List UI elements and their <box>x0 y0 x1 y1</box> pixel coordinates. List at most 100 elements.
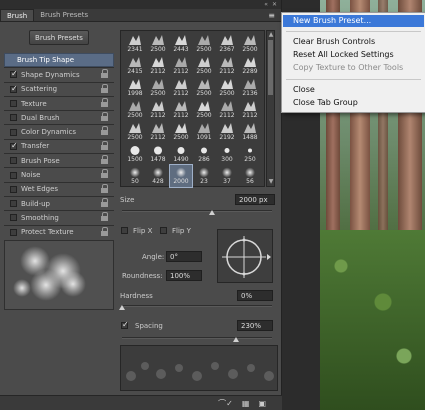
hardness-field[interactable]: 0% <box>237 290 273 301</box>
lock-icon[interactable] <box>101 183 108 193</box>
lock-icon[interactable] <box>101 69 108 79</box>
hardness-slider-knob[interactable] <box>119 305 125 310</box>
flip-y-checkbox[interactable] <box>160 227 167 234</box>
brush-option-brush-tip-shape[interactable]: Brush Tip Shape <box>4 53 114 68</box>
tab-brush-presets[interactable]: Brush Presets <box>34 9 94 21</box>
brush-tip-cell[interactable]: 2112 <box>216 55 238 77</box>
brush-option-noise[interactable]: Noise <box>4 167 114 181</box>
brush-tip-cell[interactable]: 2136 <box>239 77 261 99</box>
option-checkbox[interactable] <box>10 214 17 222</box>
option-checkbox[interactable] <box>10 228 17 236</box>
spacing-slider[interactable] <box>122 337 272 339</box>
spacing-slider-knob[interactable] <box>233 337 239 342</box>
menu-item-new-brush-preset[interactable]: New Brush Preset... <box>283 15 424 27</box>
brush-tip-cell[interactable]: 2112 <box>147 121 169 143</box>
option-checkbox[interactable] <box>10 141 18 150</box>
brush-tip-cell[interactable]: 2192 <box>216 121 238 143</box>
brush-tip-cell[interactable]: 250 <box>239 143 261 165</box>
brush-option-shape-dynamics[interactable]: Shape Dynamics <box>4 67 114 81</box>
brush-tip-cell[interactable]: 1091 <box>193 121 215 143</box>
brush-tip-cell[interactable]: 37 <box>216 165 238 187</box>
brush-tip-cell[interactable]: 2367 <box>216 33 238 55</box>
brush-tip-cell[interactable]: 2500 <box>239 33 261 55</box>
brush-option-wet-edges[interactable]: Wet Edges <box>4 181 114 196</box>
lock-icon[interactable] <box>101 126 108 136</box>
option-checkbox[interactable] <box>10 157 17 165</box>
tab-brush[interactable]: Brush <box>0 9 35 21</box>
brush-tip-cell[interactable]: 2341 <box>124 33 146 55</box>
new-brush-icon[interactable]: ▣ <box>258 399 266 408</box>
brush-option-protect-texture[interactable]: Protect Texture <box>4 224 114 239</box>
brush-tip-cell[interactable]: 23 <box>193 165 215 187</box>
eye-brush-icon[interactable]: ⌒✓ <box>218 398 233 409</box>
brush-tip-cell[interactable]: 1500 <box>124 143 146 165</box>
angle-field[interactable]: 0° <box>166 251 202 262</box>
lock-icon[interactable] <box>101 140 108 150</box>
menu-item-clear-brush-controls[interactable]: Clear Brush Controls <box>283 36 424 48</box>
brush-tip-cell[interactable]: 428 <box>147 165 169 187</box>
brush-tip-cell[interactable]: 2112 <box>147 55 169 77</box>
brush-tip-cell[interactable]: 2500 <box>193 55 215 77</box>
brush-tip-cell[interactable]: 300 <box>216 143 238 165</box>
size-field[interactable]: 2000 px <box>235 194 275 205</box>
brush-tip-cell[interactable]: 2112 <box>170 77 192 99</box>
lock-icon[interactable] <box>101 212 108 222</box>
option-checkbox[interactable] <box>10 84 18 93</box>
brush-presets-button[interactable]: Brush Presets <box>29 30 89 45</box>
spacing-field[interactable]: 230% <box>237 320 273 331</box>
option-checkbox[interactable] <box>10 100 17 108</box>
brush-tip-cell[interactable]: 2415 <box>124 55 146 77</box>
brush-tip-cell[interactable]: 1478 <box>147 143 169 165</box>
brush-tip-cell[interactable]: 50 <box>124 165 146 187</box>
option-checkbox[interactable] <box>10 185 17 193</box>
brush-grid-scrollbar[interactable]: ▲ ▼ <box>266 30 275 187</box>
option-checkbox[interactable] <box>10 128 17 136</box>
brush-tip-cell[interactable]: 2443 <box>170 33 192 55</box>
brush-option-color-dynamics[interactable]: Color Dynamics <box>4 124 114 138</box>
size-slider[interactable] <box>122 210 272 212</box>
close-icon[interactable]: ✕ <box>272 1 277 8</box>
brush-tip-cell[interactable]: 56 <box>239 165 261 187</box>
spacing-checkbox[interactable] <box>121 320 129 329</box>
brush-tip-cell[interactable]: 2500 <box>124 121 146 143</box>
brush-tip-cell[interactable]: 286 <box>193 143 215 165</box>
collapse-icon[interactable]: « <box>264 1 268 8</box>
brush-tip-cell[interactable]: 2112 <box>147 99 169 121</box>
brush-tip-cell[interactable]: 2500 <box>124 99 146 121</box>
size-slider-knob[interactable] <box>209 210 215 215</box>
lock-icon[interactable] <box>101 112 108 122</box>
lock-icon[interactable] <box>101 97 108 107</box>
lock-icon[interactable] <box>101 155 108 165</box>
option-checkbox[interactable] <box>10 200 17 208</box>
brush-option-build-up[interactable]: Build-up <box>4 195 114 210</box>
brush-tip-cell[interactable]: 2500 <box>170 121 192 143</box>
brush-tip-cell[interactable]: 1998 <box>124 77 146 99</box>
lock-icon[interactable] <box>101 197 108 207</box>
option-checkbox[interactable] <box>10 69 18 79</box>
angle-roundness-widget[interactable] <box>217 229 273 283</box>
brush-tip-cell[interactable]: 2112 <box>239 99 261 121</box>
roundness-field[interactable]: 100% <box>166 270 202 281</box>
flip-x-checkbox[interactable] <box>121 227 128 234</box>
option-checkbox[interactable] <box>10 171 17 179</box>
brush-tip-cell[interactable]: 2289 <box>239 55 261 77</box>
lock-icon[interactable] <box>101 226 108 236</box>
brush-option-texture[interactable]: Texture <box>4 95 114 110</box>
brush-tip-cell[interactable]: 2000 <box>169 164 193 188</box>
menu-item-close[interactable]: Close <box>283 84 424 96</box>
brush-option-brush-pose[interactable]: Brush Pose <box>4 153 114 167</box>
brush-tip-cell[interactable]: 2112 <box>216 99 238 121</box>
scroll-thumb[interactable] <box>268 40 273 95</box>
brush-tip-cell[interactable]: 2500 <box>216 77 238 99</box>
brush-tip-cell[interactable]: 2112 <box>170 55 192 77</box>
angle-crosshair-icon[interactable] <box>218 230 274 284</box>
brush-option-scattering[interactable]: Scattering <box>4 81 114 96</box>
brush-tip-cell[interactable]: 1488 <box>239 121 261 143</box>
brush-option-smoothing[interactable]: Smoothing <box>4 210 114 224</box>
lock-icon[interactable] <box>101 83 108 93</box>
panel-menu-icon[interactable]: ≡ <box>268 11 275 20</box>
brush-tip-cell[interactable]: 2500 <box>147 33 169 55</box>
brush-tip-cell[interactable]: 2500 <box>193 99 215 121</box>
brush-tip-cell[interactable]: 2500 <box>193 33 215 55</box>
hardness-slider[interactable] <box>122 305 272 307</box>
